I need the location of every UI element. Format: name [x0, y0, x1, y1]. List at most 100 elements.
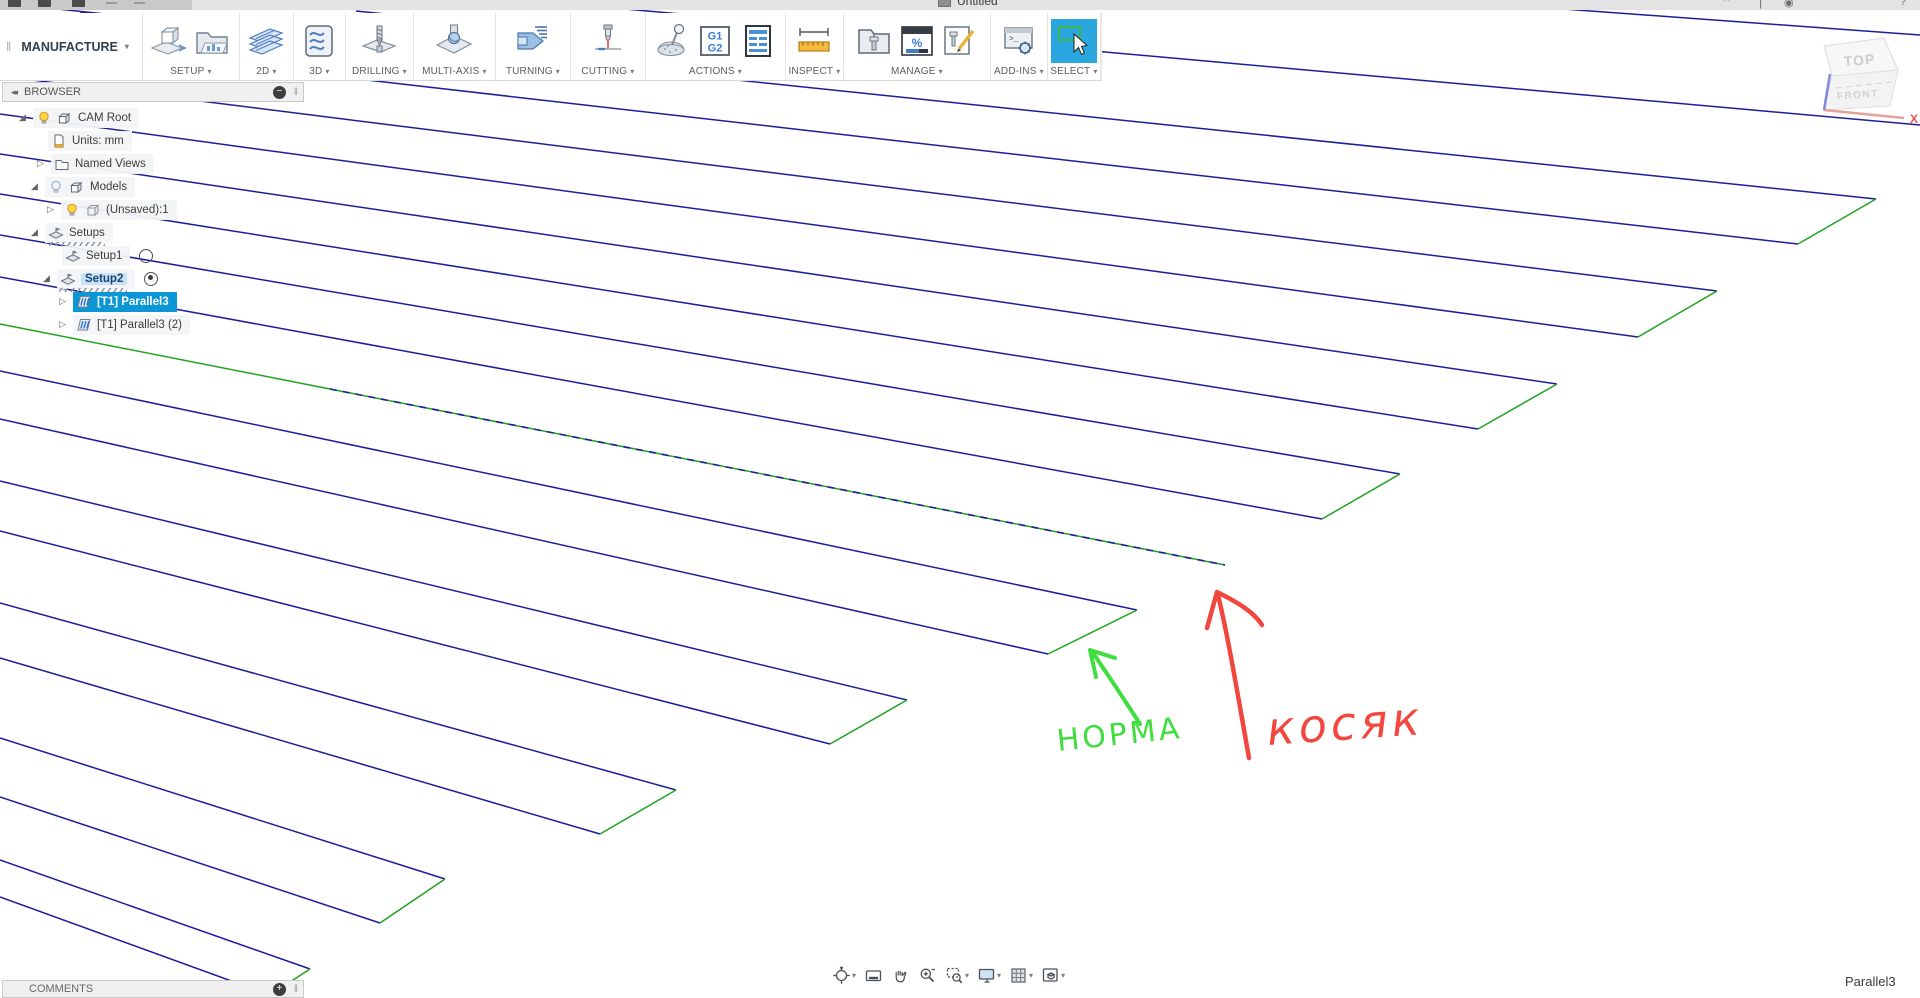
browser-item-label: [T1] Parallel3: [97, 295, 169, 308]
chevron-down-icon: ▾: [852, 971, 857, 980]
chevron-down-icon: ▾: [272, 67, 277, 76]
ribbon-menu-multi-axis[interactable]: MULTI-AXIS ▾: [422, 66, 487, 78]
browser-row--t1-parallel3-2-[interactable]: ▷ [T1] Parallel3 (2): [2, 314, 304, 335]
ribbon-menu-cutting[interactable]: CUTTING ▾: [581, 66, 634, 78]
notification-icon[interactable]: ❘: [1756, 0, 1765, 9]
browser-row-named-views[interactable]: ▷ Named Views: [2, 153, 304, 174]
nc-program-icon[interactable]: [738, 21, 778, 61]
ribbon-menu-turning[interactable]: TURNING ▾: [506, 66, 560, 78]
browser-row-setups[interactable]: ◢ Setups: [2, 222, 304, 246]
cutting-icon[interactable]: [588, 21, 628, 61]
ribbon-toolbar: ‖ MANUFACTURE ▾ SETUP ▾ 2D ▾ 3D ▾ DRILLING ▾ MUL…: [0, 13, 1102, 81]
collapse-toggle-icon[interactable]: ◢: [28, 181, 41, 192]
zoom-window-icon[interactable]: ▾: [945, 966, 969, 985]
zoom-icon[interactable]: [918, 966, 937, 985]
undo-icon[interactable]: [106, 2, 117, 10]
browser-row-models[interactable]: ◢ Models: [2, 176, 304, 197]
simulate-icon[interactable]: [652, 21, 692, 61]
ribbon-menu-actions[interactable]: ACTIONS ▾: [689, 66, 742, 78]
active-setup-radio[interactable]: [144, 271, 159, 286]
browser-row-cam-root[interactable]: ◢ CAM Root: [2, 107, 304, 128]
chevron-down-icon: ▾: [1039, 67, 1044, 76]
turning-icon[interactable]: [513, 21, 553, 61]
multi-axis-icon[interactable]: [434, 21, 474, 61]
tool-library-icon[interactable]: [854, 21, 894, 61]
collapse-panel-icon[interactable]: ◂◂: [11, 87, 18, 98]
document-title: Untitled: [957, 0, 998, 8]
edit-tool-icon[interactable]: [940, 21, 980, 61]
expand-toggle-icon[interactable]: ▷: [56, 319, 69, 330]
display-settings-icon[interactable]: ▾: [977, 966, 1001, 985]
browser-item[interactable]: CAM Root: [33, 107, 140, 128]
extension-icon[interactable]: ⌃: [1722, 0, 1731, 9]
browser-item[interactable]: (Unsaved):1: [61, 199, 177, 220]
post-process-icon[interactable]: G1 G2: [695, 21, 735, 61]
ribbon-menu-manage[interactable]: MANAGE ▾: [891, 66, 943, 78]
new-setup-icon[interactable]: [149, 21, 189, 61]
ribbon-grip[interactable]: ‖: [4, 39, 15, 54]
workspace-switcher[interactable]: MANUFACTURE ▾: [15, 13, 143, 80]
toolpath-pass-line: [0, 657, 601, 835]
orbit-icon[interactable]: ▾: [832, 966, 856, 985]
3d-strategy-icon[interactable]: [299, 21, 339, 61]
redo-icon[interactable]: [134, 2, 145, 10]
browser-item[interactable]: Setup1: [62, 245, 131, 266]
comments-bar[interactable]: COMMENTS + ‖: [2, 980, 304, 998]
ribbon-menu-2d[interactable]: 2D ▾: [256, 66, 276, 78]
browser-item[interactable]: Named Views: [51, 153, 154, 174]
ribbon-group-turning: TURNING ▾: [496, 13, 571, 80]
viewports-icon[interactable]: ▾: [1041, 966, 1065, 985]
ribbon-menu-select[interactable]: SELECT ▾: [1050, 66, 1097, 78]
browser-item[interactable]: [T1] Parallel3: [73, 291, 177, 312]
expand-toggle-icon[interactable]: ▷: [34, 158, 47, 169]
browser-item[interactable]: Setup2: [57, 268, 136, 292]
hide-all-icon[interactable]: −: [272, 85, 286, 99]
toolpath-pass-line: [0, 796, 381, 924]
app-grid-icon[interactable]: [8, 0, 21, 7]
browser-item[interactable]: Setups: [45, 222, 113, 246]
expand-toggle-icon[interactable]: ▷: [44, 204, 57, 215]
ribbon-menu-3d[interactable]: 3D ▾: [309, 66, 329, 78]
measure-icon[interactable]: [794, 21, 834, 61]
add-comment-icon[interactable]: +: [272, 982, 286, 996]
active-setup-radio[interactable]: [139, 248, 154, 263]
browser-item[interactable]: Models: [45, 176, 136, 197]
camroot-icon: [57, 110, 73, 126]
expand-toggle-icon[interactable]: ▷: [56, 296, 69, 307]
browser-row-setup1[interactable]: Setup1: [2, 245, 304, 266]
grid-settings-icon[interactable]: ▾: [1009, 966, 1033, 985]
save-icon[interactable]: [38, 0, 51, 7]
scripts-addins-icon[interactable]: >_: [999, 21, 1039, 61]
browser-row--t1-parallel3[interactable]: ▷ [T1] Parallel3: [2, 291, 304, 312]
2d-strategy-icon[interactable]: [246, 21, 286, 61]
browser-row-units-mm[interactable]: Units: mm: [2, 130, 304, 151]
chevron-down-icon: ▾: [207, 67, 212, 76]
avatar-icon[interactable]: ◉: [1784, 0, 1794, 9]
browser-item[interactable]: Units: mm: [48, 130, 132, 151]
toolpath-link-line: [1321, 473, 1401, 520]
help-icon[interactable]: ?: [1900, 0, 1906, 8]
ribbon-menu-inspect[interactable]: INSPECT ▾: [788, 66, 840, 78]
browser-item[interactable]: [T1] Parallel3 (2): [73, 314, 191, 335]
ribbon-menu-drilling[interactable]: DRILLING ▾: [352, 66, 407, 78]
panel-grip-icon[interactable]: ‖: [294, 984, 298, 995]
machining-time-icon[interactable]: %: [897, 21, 937, 61]
ribbon-menu-add-ins[interactable]: ADD-INS ▾: [994, 66, 1044, 78]
browser-row-setup2[interactable]: ◢ Setup2: [2, 268, 304, 292]
chevron-down-icon: ▾: [124, 42, 129, 51]
pan-icon[interactable]: [891, 966, 910, 985]
bulb-on-icon: [64, 202, 80, 218]
ribbon-menu-setup[interactable]: SETUP ▾: [170, 66, 212, 78]
collapse-toggle-icon[interactable]: ◢: [16, 112, 29, 123]
data-panel-icon[interactable]: [72, 0, 85, 7]
document-tab[interactable]: Untitled: [938, 0, 998, 8]
browser-row--unsaved-1[interactable]: ▷ (Unsaved):1: [2, 199, 304, 220]
collapse-toggle-icon[interactable]: ◢: [28, 227, 41, 238]
drilling-icon[interactable]: [359, 21, 399, 61]
panel-grip-icon[interactable]: ‖: [294, 87, 298, 98]
collapse-toggle-icon[interactable]: ◢: [40, 273, 53, 284]
look-at-icon[interactable]: [864, 966, 883, 985]
navigation-toolbar: ▾ ▾ ▾ ▾ ▾: [832, 966, 1065, 985]
setup-folder-icon[interactable]: [192, 21, 232, 61]
select-icon[interactable]: [1050, 18, 1097, 63]
